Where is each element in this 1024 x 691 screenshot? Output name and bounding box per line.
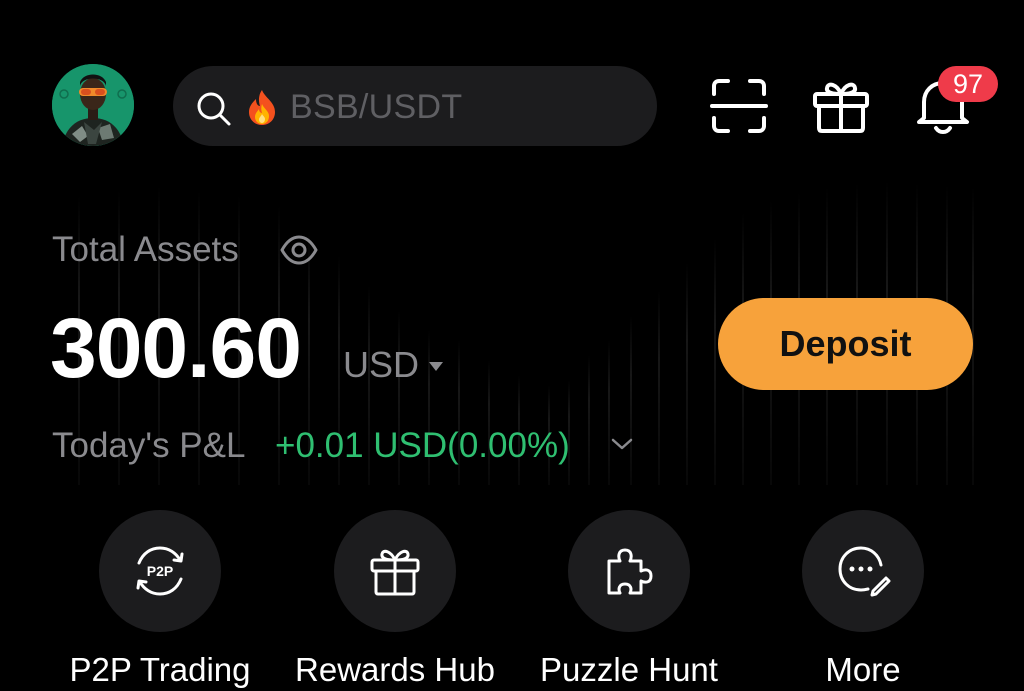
action-label-rewards-hub: Rewards Hub <box>295 651 495 688</box>
search-icon <box>197 92 231 126</box>
search-placeholder: BSB/USDT <box>290 88 463 126</box>
rewards-hub-button[interactable] <box>334 510 456 632</box>
deposit-button[interactable]: Deposit <box>718 298 973 390</box>
caret-down-icon[interactable] <box>428 360 444 372</box>
eye-icon[interactable] <box>280 234 318 266</box>
more-button[interactable] <box>802 510 924 632</box>
total-assets-label: Total Assets <box>52 230 239 269</box>
puzzle-hunt-button[interactable] <box>568 510 690 632</box>
gift-icon <box>370 549 420 596</box>
avatar-image <box>52 64 134 146</box>
pnl-label: Today's P&L <box>52 426 246 465</box>
more-icon <box>838 546 891 597</box>
notification-badge: 97 <box>938 66 998 102</box>
scan-icon[interactable] <box>708 76 770 138</box>
search-bar[interactable]: BSB/USDT <box>173 66 657 146</box>
svg-text:P2P: P2P <box>147 563 173 579</box>
p2p-icon: P2P <box>136 546 184 596</box>
puzzle-icon <box>607 548 653 595</box>
p2p-trading-button[interactable]: P2P <box>99 510 221 632</box>
pnl-value: +0.01 USD(0.00%) <box>275 426 570 465</box>
gift-icon[interactable] <box>810 74 872 136</box>
action-label-more: More <box>825 651 901 688</box>
chevron-down-icon[interactable] <box>610 436 634 452</box>
fire-icon <box>249 90 275 125</box>
total-assets-value: 300.60 <box>50 301 302 395</box>
avatar[interactable] <box>52 64 134 146</box>
currency-selector[interactable]: USD <box>343 344 419 386</box>
action-label-puzzle-hunt: Puzzle Hunt <box>540 651 718 688</box>
action-label-p2p-trading: P2P Trading <box>69 651 251 688</box>
